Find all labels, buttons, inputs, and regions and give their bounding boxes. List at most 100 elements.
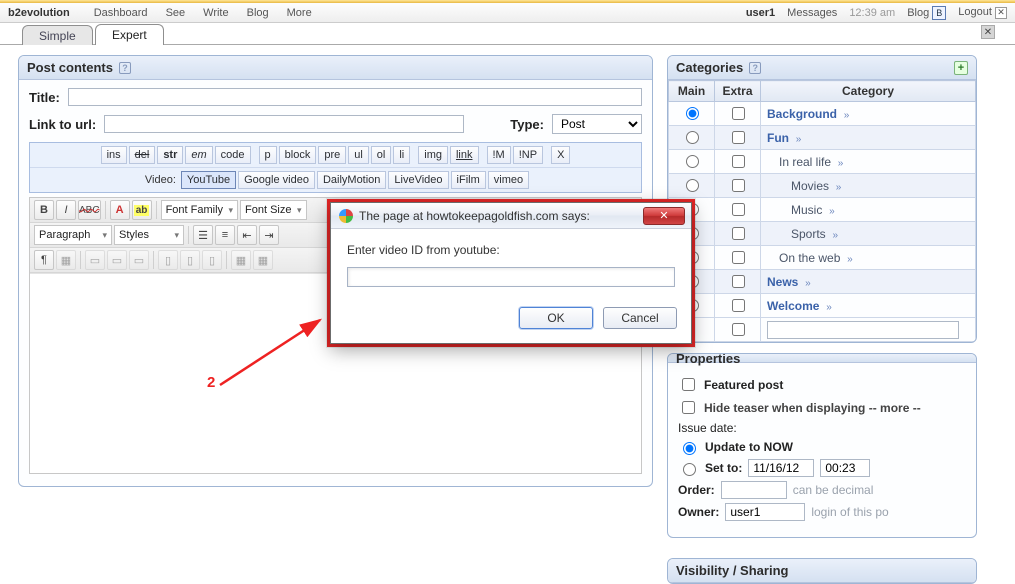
link-url-input[interactable] (104, 115, 464, 133)
qt-ins[interactable]: ins (101, 146, 127, 164)
order-input[interactable] (721, 481, 787, 499)
qt-img[interactable]: img (418, 146, 448, 164)
category-link[interactable]: News (767, 275, 798, 289)
rte-pilcrow-button[interactable]: ¶ (34, 250, 54, 270)
video-dailymotion[interactable]: DailyMotion (317, 171, 386, 189)
logout-link[interactable]: Logout ✕ (958, 6, 1007, 19)
tab-simple[interactable]: Simple (22, 25, 93, 45)
update-now-radio[interactable] (683, 442, 696, 455)
tab-expert[interactable]: Expert (95, 24, 164, 45)
extra-cat-checkbox[interactable] (732, 107, 745, 120)
category-link[interactable]: Welcome (767, 299, 819, 313)
rte-block-select[interactable]: Paragraph (34, 225, 112, 245)
category-row: Sports » (669, 222, 976, 246)
qt-np[interactable]: !NP (513, 146, 543, 164)
issue-date-input[interactable] (748, 459, 814, 477)
extra-cat-checkbox[interactable] (732, 203, 745, 216)
video-ifilm[interactable]: iFilm (451, 171, 486, 189)
rte-ol-button[interactable]: ≡ (215, 225, 235, 245)
rte-highlight-button[interactable]: ab (132, 200, 152, 220)
category-link[interactable]: Music (791, 203, 822, 217)
rte-styles-select[interactable]: Styles (114, 225, 184, 245)
main-cat-radio[interactable] (686, 131, 699, 144)
help-icon[interactable]: ? (749, 62, 761, 74)
rte-delete-col-button[interactable]: ▯ (202, 250, 222, 270)
extra-cat-checkbox[interactable] (732, 155, 745, 168)
rte-merge-button[interactable]: ▦ (231, 250, 251, 270)
video-vimeo[interactable]: vimeo (488, 171, 529, 189)
current-user[interactable]: user1 (746, 7, 775, 19)
rte-fontfamily-select[interactable]: Font Family (161, 200, 238, 220)
hide-teaser-checkbox[interactable] (682, 401, 695, 414)
title-input[interactable] (68, 88, 642, 106)
extra-cat-checkbox[interactable] (732, 179, 745, 192)
close-panel-icon[interactable]: ✕ (981, 25, 995, 39)
main-cat-radio[interactable] (686, 179, 699, 192)
rte-split-button[interactable]: ▦ (253, 250, 273, 270)
qt-p[interactable]: p (259, 146, 277, 164)
category-link[interactable]: Sports (791, 227, 826, 241)
category-link[interactable]: Movies (791, 179, 829, 193)
rte-bold-button[interactable]: B (34, 200, 54, 220)
new-cat-extra-checkbox[interactable] (732, 323, 745, 336)
rte-col-after-button[interactable]: ▯ (180, 250, 200, 270)
extra-cat-checkbox[interactable] (732, 275, 745, 288)
add-category-icon[interactable]: + (954, 61, 968, 75)
qt-ul[interactable]: ul (348, 146, 369, 164)
rte-textcolor-button[interactable]: A (110, 200, 130, 220)
dialog-cancel-button[interactable]: Cancel (603, 307, 677, 329)
rte-outdent-button[interactable]: ⇤ (237, 225, 257, 245)
rte-col-before-button[interactable]: ▯ (158, 250, 178, 270)
new-category-input[interactable] (767, 321, 959, 339)
issue-time-input[interactable] (820, 459, 870, 477)
extra-cat-checkbox[interactable] (732, 227, 745, 240)
qt-pre[interactable]: pre (318, 146, 346, 164)
set-to-radio[interactable] (683, 463, 696, 476)
rte-table-button[interactable]: ▦ (56, 250, 76, 270)
messages-link[interactable]: Messages (787, 7, 837, 19)
qt-x[interactable]: X (551, 146, 570, 164)
video-livevideo[interactable]: LiveVideo (388, 171, 448, 189)
menu-more[interactable]: More (287, 7, 312, 19)
category-link[interactable]: Background (767, 107, 837, 121)
qt-link[interactable]: link (450, 146, 479, 164)
extra-cat-checkbox[interactable] (732, 131, 745, 144)
dialog-close-icon[interactable]: ✕ (643, 207, 685, 225)
category-link[interactable]: In real life (779, 155, 831, 169)
menu-write[interactable]: Write (203, 7, 228, 19)
blog-link[interactable]: Blog B (907, 6, 946, 20)
rte-row-after-button[interactable]: ▭ (107, 250, 127, 270)
qt-block[interactable]: block (279, 146, 317, 164)
menu-blog[interactable]: Blog (247, 7, 269, 19)
category-link[interactable]: Fun (767, 131, 789, 145)
qt-li[interactable]: li (393, 146, 410, 164)
video-googlevideo[interactable]: Google video (238, 171, 315, 189)
menu-see[interactable]: See (166, 7, 186, 19)
help-icon[interactable]: ? (119, 62, 131, 74)
rte-row-before-button[interactable]: ▭ (85, 250, 105, 270)
type-select[interactable]: Post (552, 114, 642, 134)
extra-cat-checkbox[interactable] (732, 251, 745, 264)
rte-delete-row-button[interactable]: ▭ (129, 250, 149, 270)
qt-ol[interactable]: ol (371, 146, 392, 164)
extra-cat-checkbox[interactable] (732, 299, 745, 312)
rte-italic-button[interactable]: I (56, 200, 76, 220)
video-youtube[interactable]: YouTube (181, 171, 236, 189)
dialog-ok-button[interactable]: OK (519, 307, 593, 329)
owner-input[interactable] (725, 503, 805, 521)
rte-indent-button[interactable]: ⇥ (259, 225, 279, 245)
qt-str[interactable]: str (157, 146, 183, 164)
main-cat-radio[interactable] (686, 155, 699, 168)
qt-code[interactable]: code (215, 146, 251, 164)
qt-del[interactable]: del (129, 146, 156, 164)
rte-ul-button[interactable]: ☰ (193, 225, 213, 245)
qt-more[interactable]: !M (487, 146, 511, 164)
menu-dashboard[interactable]: Dashboard (94, 7, 148, 19)
main-cat-radio[interactable] (686, 107, 699, 120)
qt-em[interactable]: em (185, 146, 212, 164)
featured-checkbox[interactable] (682, 378, 695, 391)
rte-spellcheck-button[interactable]: ABC (78, 200, 101, 220)
dialog-input[interactable] (347, 267, 675, 287)
rte-fontsize-select[interactable]: Font Size (240, 200, 306, 220)
category-link[interactable]: On the web (779, 251, 840, 265)
